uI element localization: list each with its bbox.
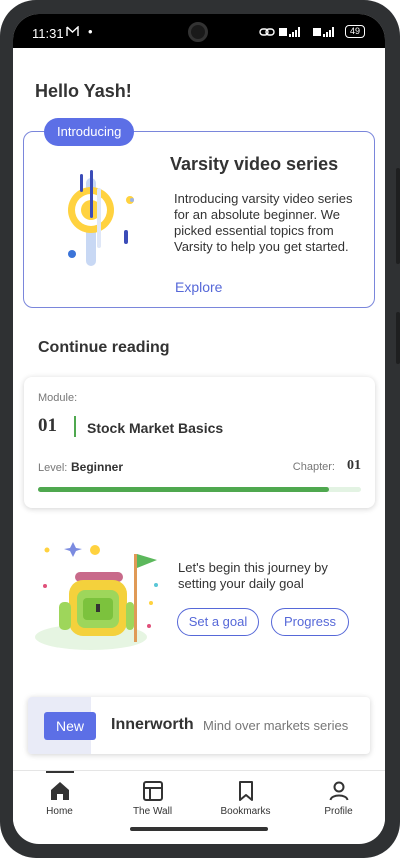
nav-label-home: Home (46, 806, 73, 817)
power-button (396, 168, 400, 264)
module-separator (74, 416, 76, 437)
profile-icon (329, 781, 348, 801)
goal-prompt-text: Let's begin this journey by setting your… (178, 560, 328, 591)
nav-label-bookmarks: Bookmarks (220, 806, 271, 817)
progress-button[interactable]: Progress (271, 608, 349, 636)
innerworth-subtitle: Mind over markets series (203, 718, 349, 733)
module-number: 01 (38, 415, 57, 436)
continue-reading-heading: Continue reading (38, 339, 170, 356)
level-label: Level: (38, 462, 68, 474)
nav-active-indicator (45, 771, 74, 773)
front-camera (188, 22, 208, 42)
module-name: Stock Market Basics (87, 420, 224, 436)
nav-item-home[interactable]: Home (13, 771, 106, 826)
mail-icon (66, 25, 79, 40)
bookmark-icon (238, 781, 253, 801)
nav-item-bookmarks[interactable]: Bookmarks (199, 771, 292, 826)
nav-item-profile[interactable]: Profile (292, 771, 385, 826)
set-goal-button[interactable]: Set a goal (177, 608, 259, 636)
video-series-illustration-icon (68, 170, 134, 266)
status-dot: • (88, 24, 93, 39)
nav-label-the-wall: The Wall (132, 806, 173, 817)
signal-icon (278, 26, 300, 37)
status-bar: 11:31 • 49 (13, 14, 385, 48)
reading-progress-bar (38, 487, 361, 492)
introducing-badge: Introducing (44, 118, 135, 146)
new-badge: New (44, 712, 96, 740)
battery-icon: 49 (344, 25, 365, 38)
module-label: Module: (38, 392, 78, 404)
link-icon (259, 27, 275, 36)
wall-icon (142, 781, 163, 801)
level-value: Beginner (71, 460, 124, 474)
home-icon (50, 782, 69, 800)
intro-title: Varsity video series (170, 154, 339, 174)
innerworth-title: Innerworth (111, 716, 194, 733)
nav-item-the-wall[interactable]: The Wall (106, 771, 199, 826)
chapter-label: Chapter: (292, 461, 335, 473)
bottom-navigation: Home The Wall Bookmarks Profile (13, 770, 385, 826)
innerworth-card[interactable]: New Innerworth Mind over markets series (28, 697, 370, 754)
module-card[interactable]: Module: 01 Stock Market Basics Level: Be… (24, 377, 375, 508)
reading-progress-fill (38, 487, 329, 492)
phone-frame: 11:31 • 49 Hello Yash! Introducing Varsi… (0, 0, 400, 858)
intro-description: Introducing varsity video series for an … (174, 191, 353, 254)
backpack-illustration-icon (35, 542, 158, 650)
app-screen: 11:31 • 49 Hello Yash! Introducing Varsi… (13, 14, 385, 844)
status-icons: 49 (259, 25, 365, 38)
greeting-heading: Hello Yash! (35, 81, 132, 101)
volume-button (396, 312, 400, 364)
status-time: 11:31 (32, 26, 64, 41)
chapter-value: 01 (347, 458, 361, 473)
nav-label-profile: Profile (324, 806, 353, 817)
gesture-home-bar[interactable] (130, 827, 268, 831)
varsity-video-card[interactable]: Introducing Varsity video series Introdu… (23, 118, 375, 308)
signal-5g-icon (312, 26, 334, 37)
explore-link[interactable]: Explore (175, 279, 222, 295)
